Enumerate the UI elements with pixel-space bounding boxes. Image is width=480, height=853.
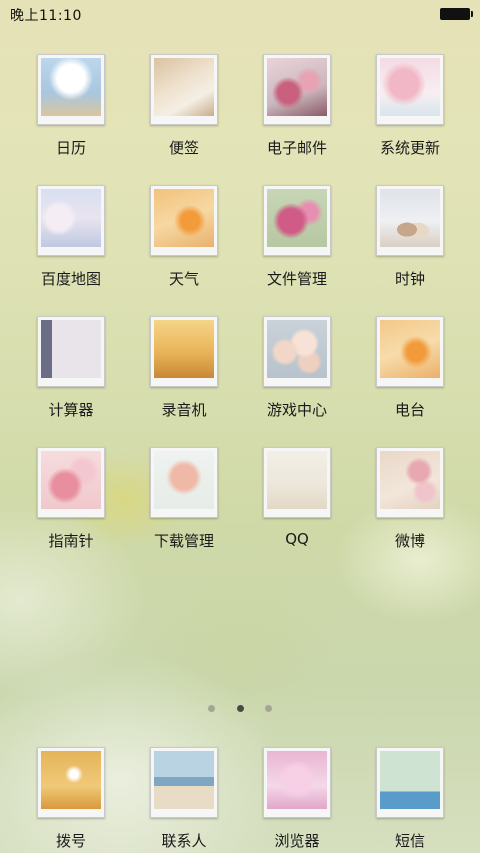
dock-sms[interactable]: 短信 xyxy=(355,747,465,851)
browser-icon xyxy=(263,747,331,818)
app-compass[interactable]: 指南针 xyxy=(16,447,126,551)
status-time: 晚上11:10 xyxy=(10,8,82,24)
weibo-icon xyxy=(376,447,444,518)
page-dot-active[interactable] xyxy=(236,705,244,712)
app-label: 下载管理 xyxy=(153,532,214,550)
file-manager-icon xyxy=(263,185,331,256)
map-icon xyxy=(37,185,105,256)
note-icon xyxy=(150,54,218,125)
app-recorder[interactable]: 录音机 xyxy=(129,316,239,420)
app-download-manager[interactable]: 下载管理 xyxy=(129,447,239,551)
app-label: 游戏中心 xyxy=(266,401,327,419)
clock-icon xyxy=(376,185,444,256)
radio-icon xyxy=(376,316,444,387)
app-label: 日历 xyxy=(55,139,86,157)
app-label: 电台 xyxy=(394,401,425,419)
app-label: 录音机 xyxy=(161,401,207,419)
app-label: QQ xyxy=(285,530,309,548)
dock-phone[interactable]: 拨号 xyxy=(16,747,126,851)
app-radio[interactable]: 电台 xyxy=(355,316,465,420)
contacts-icon xyxy=(150,747,218,818)
app-label: 便签 xyxy=(168,139,199,157)
app-label: 计算器 xyxy=(48,401,94,419)
dock-browser[interactable]: 浏览器 xyxy=(242,747,352,851)
weather-icon xyxy=(150,185,218,256)
app-weather[interactable]: 天气 xyxy=(129,185,239,289)
calendar-icon xyxy=(37,54,105,125)
download-manager-icon xyxy=(150,447,218,518)
app-system-update[interactable]: 系统更新 xyxy=(355,54,465,158)
app-label: 电子邮件 xyxy=(266,139,327,157)
app-calculator[interactable]: 计算器 xyxy=(16,316,126,420)
app-qq[interactable]: QQ xyxy=(242,447,352,548)
app-weibo[interactable]: 微博 xyxy=(355,447,465,551)
app-game-center[interactable]: 游戏中心 xyxy=(242,316,352,420)
app-label: 联系人 xyxy=(161,832,207,850)
app-label: 系统更新 xyxy=(379,139,440,157)
battery-icon xyxy=(440,8,473,20)
app-label: 时钟 xyxy=(394,270,425,288)
sms-icon xyxy=(376,747,444,818)
qq-icon xyxy=(263,447,331,518)
app-calendar[interactable]: 日历 xyxy=(16,54,126,158)
email-icon xyxy=(263,54,331,125)
app-label: 百度地图 xyxy=(40,270,101,288)
app-notes[interactable]: 便签 xyxy=(129,54,239,158)
app-label: 指南针 xyxy=(48,532,94,550)
compass-icon xyxy=(37,447,105,518)
page-dot[interactable] xyxy=(264,705,272,712)
app-label: 文件管理 xyxy=(266,270,327,288)
recorder-icon xyxy=(150,316,218,387)
app-file-manager[interactable]: 文件管理 xyxy=(242,185,352,289)
dock-contacts[interactable]: 联系人 xyxy=(129,747,239,851)
app-email[interactable]: 电子邮件 xyxy=(242,54,352,158)
app-label: 天气 xyxy=(168,270,199,288)
app-label: 拨号 xyxy=(55,832,86,850)
app-label: 短信 xyxy=(394,832,425,850)
phone-icon xyxy=(37,747,105,818)
app-baidu-map[interactable]: 百度地图 xyxy=(16,185,126,289)
app-label: 浏览器 xyxy=(274,832,320,850)
page-dot[interactable] xyxy=(208,705,216,712)
app-label: 微博 xyxy=(394,532,425,550)
page-indicator[interactable] xyxy=(0,697,480,712)
game-center-icon xyxy=(263,316,331,387)
system-update-icon xyxy=(376,54,444,125)
calculator-icon xyxy=(37,316,105,387)
app-clock[interactable]: 时钟 xyxy=(355,185,465,289)
status-bar: 晚上11:10 xyxy=(0,0,480,28)
